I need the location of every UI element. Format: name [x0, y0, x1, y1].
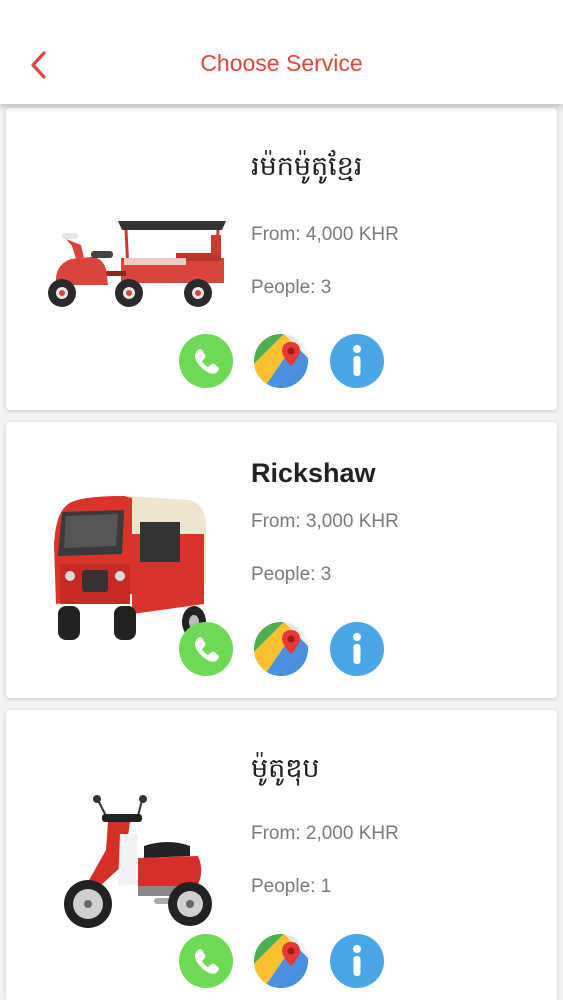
info-icon [353, 633, 361, 664]
info-button[interactable] [330, 622, 384, 676]
service-capacity: People: 1 [251, 876, 332, 897]
info-button[interactable] [330, 934, 384, 988]
service-card-rickshaw[interactable]: Rickshaw From: 3,000 KHR People: 3 [6, 422, 557, 698]
phone-icon [194, 637, 219, 662]
call-button[interactable] [179, 622, 233, 676]
page-title: Choose Service [200, 50, 363, 76]
service-price: From: 3,000 KHR [251, 511, 399, 532]
call-button[interactable] [179, 934, 233, 988]
service-capacity: People: 3 [251, 277, 332, 298]
motorbike-image [64, 795, 212, 928]
service-card-remork[interactable]: រម៉កម៉ូតូខ្មែរ From: 4,000 KHR People: 3 [6, 108, 557, 410]
remork-moto-image [48, 221, 226, 307]
maps-icon [254, 622, 308, 676]
service-price: From: 2,000 KHR [251, 823, 399, 844]
phone-icon [194, 949, 219, 974]
service-name: រម៉កម៉ូតូខ្មែរ [251, 151, 363, 181]
call-button[interactable] [179, 334, 233, 388]
map-button[interactable] [254, 334, 308, 388]
maps-icon [254, 934, 308, 988]
app-header: Choose Service [0, 0, 563, 104]
info-button[interactable] [330, 334, 384, 388]
info-icon [353, 945, 361, 976]
map-button[interactable] [254, 622, 308, 676]
maps-icon [254, 334, 308, 388]
service-name: ម៉ូតូឌុប [251, 753, 320, 783]
service-card-motorbike[interactable]: ម៉ូតូឌុប From: 2,000 KHR People: 1 [6, 710, 557, 1000]
info-icon [353, 345, 361, 376]
service-name: Rickshaw [251, 458, 376, 488]
map-button[interactable] [254, 934, 308, 988]
phone-icon [194, 349, 219, 374]
service-capacity: People: 3 [251, 564, 332, 585]
service-price: From: 4,000 KHR [251, 224, 399, 245]
